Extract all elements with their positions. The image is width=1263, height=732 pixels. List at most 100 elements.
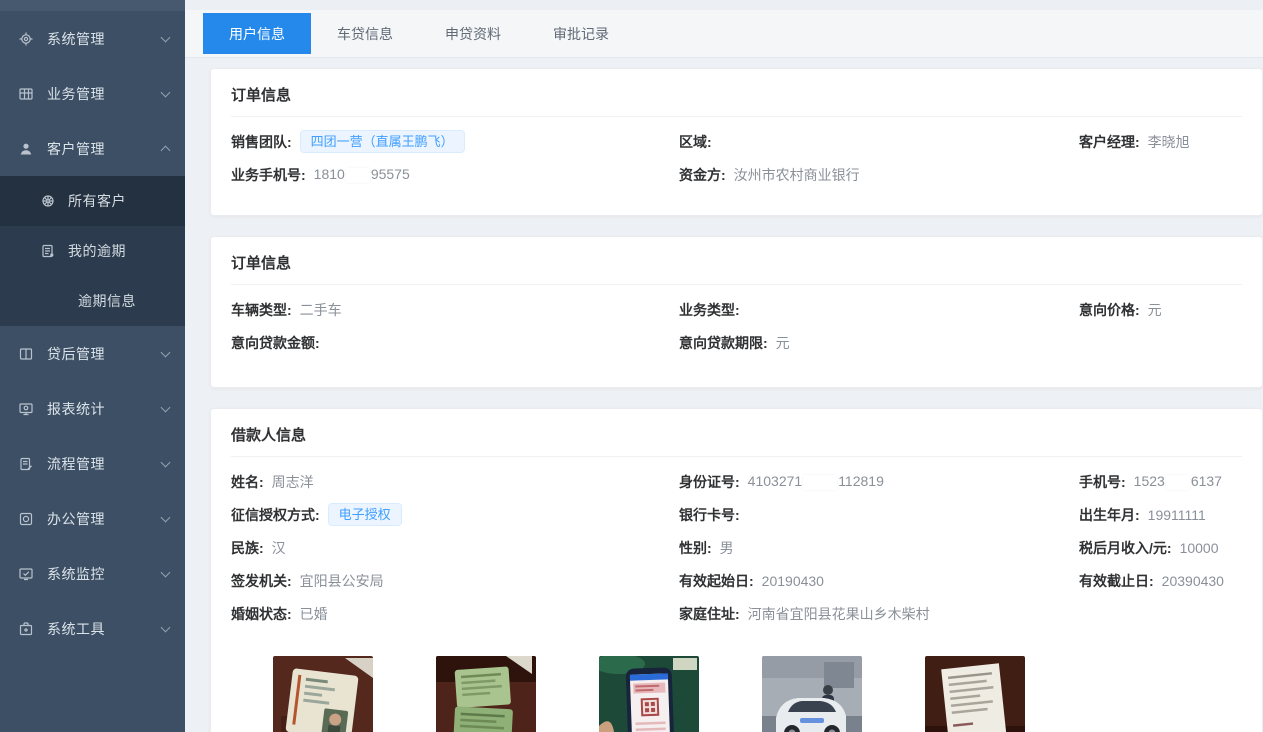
field-label: 签发机关: — [231, 571, 292, 591]
monitor-check-icon — [18, 566, 34, 582]
detail-tabbar: 用户信息 车贷信息 申贷资料 审批记录 — [185, 10, 1263, 58]
field-label: 意向贷款金额: — [231, 333, 320, 353]
sidebar: 系统管理 业务管理 客户管理 所有客户 — [0, 0, 185, 732]
field-gender: 性别: 男 — [679, 538, 1079, 558]
field-account-manager: 客户经理: 李晓旭 — [1079, 132, 1242, 152]
field-label: 手机号: — [1079, 472, 1126, 492]
field-value: 河南省宜阳县花果山乡木柴村 — [748, 604, 930, 624]
sidebar-item-label: 所有客户 — [68, 191, 169, 211]
field-value: 181095575 — [314, 166, 410, 183]
phone-qr-photo[interactable] — [599, 656, 699, 732]
field-mobile-number: 手机号: 15236137 — [1079, 472, 1242, 492]
field-value: 周志洋 — [272, 472, 314, 492]
field-label: 有效起始日: — [679, 571, 754, 591]
sidebar-item-office-mgmt[interactable]: 办公管理 — [0, 491, 185, 546]
sidebar-item-label: 系统管理 — [47, 29, 162, 49]
field-valid-to: 有效截止日: 20390430 — [1079, 571, 1242, 591]
redacted-segment — [346, 168, 370, 183]
field-row: 业务手机号: 181095575 资金方: 汝州市农村商业银行 — [231, 158, 1242, 191]
field-bank-card: 银行卡号: — [679, 505, 1079, 525]
tab-approval-records[interactable]: 审批记录 — [527, 13, 635, 54]
document-photo-row: 身份证照片 — [273, 656, 1242, 732]
monitor-icon — [18, 401, 34, 417]
square-circle-icon — [18, 511, 34, 527]
field-value: 19911111 — [1148, 507, 1206, 523]
gear-icon — [18, 31, 34, 47]
field-value: 二手车 — [300, 300, 342, 320]
field-id-number: 身份证号: 4103271112819 — [679, 472, 1079, 492]
license-book-photo[interactable] — [436, 656, 536, 732]
tab-user-info[interactable]: 用户信息 — [203, 13, 311, 54]
field-region: 区域: — [679, 132, 1079, 152]
paper-document-photo[interactable] — [925, 656, 1025, 732]
chevron-up-icon — [161, 146, 171, 156]
sidebar-item-label: 我的逾期 — [68, 241, 169, 261]
field-value: 宜阳县公安局 — [300, 571, 384, 591]
cards-container: 订单信息 销售团队: 四团一营（直属王鹏飞） 区域: 客户经理: 李晓旭 — [185, 58, 1263, 732]
card-title: 借款人信息 — [231, 409, 1242, 457]
field-value: 汉 — [272, 538, 286, 558]
sidebar-item-system-tools[interactable]: 系统工具 — [0, 601, 185, 656]
tab-car-loan-info[interactable]: 车贷信息 — [311, 13, 419, 54]
field-row: 签发机关: 宜阳县公安局 有效起始日: 20190430 有效截止日: 2039… — [231, 564, 1242, 597]
field-value: 20390430 — [1162, 573, 1224, 589]
sidebar-item-process-mgmt[interactable]: 流程管理 — [0, 436, 185, 491]
field-valid-from: 有效起始日: 20190430 — [679, 571, 1079, 591]
sidebar-item-my-overdue[interactable]: 我的逾期 — [0, 226, 185, 276]
field-label: 意向价格: — [1079, 300, 1140, 320]
field-label: 客户经理: — [1079, 132, 1140, 152]
sidebar-submenu-customer: 所有客户 我的逾期 逾期信息 — [0, 176, 185, 326]
sidebar-item-label: 系统工具 — [47, 619, 162, 639]
field-label: 资金方: — [679, 165, 726, 185]
photo-item: 驾驶证照片 — [436, 656, 536, 732]
sidebar-item-report-stats[interactable]: 报表统计 — [0, 381, 185, 436]
chevron-down-icon — [161, 457, 171, 467]
field-label: 意向贷款期限: — [679, 333, 768, 353]
card-title: 订单信息 — [231, 237, 1242, 285]
field-birth-date: 出生年月: 19911111 — [1079, 505, 1242, 525]
sidebar-item-business-mgmt[interactable]: 业务管理 — [0, 66, 185, 121]
field-business-type: 业务类型: — [679, 300, 1079, 320]
field-value: 元 — [776, 333, 790, 353]
chevron-down-icon — [161, 32, 171, 42]
field-label: 家庭住址: — [679, 604, 740, 624]
field-home-address: 家庭住址: 河南省宜阳县花果山乡木柴村 — [679, 604, 1079, 624]
sidebar-item-label: 办公管理 — [47, 509, 162, 529]
field-credit-auth-method: 征信授权方式: 电子授权 — [231, 503, 679, 527]
sidebar-item-system-monitor[interactable]: 系统监控 — [0, 546, 185, 601]
wheel-icon — [40, 193, 56, 209]
id-card-photo[interactable] — [273, 656, 373, 732]
sidebar-item-label: 逾期信息 — [78, 291, 169, 311]
field-label: 业务类型: — [679, 300, 740, 320]
document-icon — [40, 243, 56, 259]
sidebar-item-overdue-info[interactable]: 逾期信息 — [0, 276, 185, 326]
field-value: 10000 — [1180, 540, 1219, 556]
field-label: 业务手机号: — [231, 165, 306, 185]
user-icon — [18, 141, 34, 157]
photo-item: 人车合影 — [762, 656, 862, 732]
field-row: 车辆类型: 二手车 业务类型: 意向价格: 元 — [231, 293, 1242, 326]
field-business-phone: 业务手机号: 181095575 — [231, 165, 679, 185]
sidebar-item-label: 流程管理 — [47, 454, 162, 474]
content-top-strip — [185, 0, 1263, 10]
field-value: 4103271112819 — [748, 473, 884, 490]
photo-item: 材料补充 — [925, 656, 1025, 732]
field-loan-term: 意向贷款期限: 元 — [679, 333, 1079, 353]
field-label: 性别: — [679, 538, 712, 558]
tab-loan-application-docs[interactable]: 申贷资料 — [419, 13, 527, 54]
toolbox-icon — [18, 621, 34, 637]
field-label: 区域: — [679, 132, 712, 152]
field-name: 姓名: 周志洋 — [231, 472, 679, 492]
field-row: 销售团队: 四团一营（直属王鹏飞） 区域: 客户经理: 李晓旭 — [231, 125, 1242, 158]
field-value: 李晓旭 — [1148, 132, 1190, 152]
sidebar-item-system-mgmt[interactable]: 系统管理 — [0, 11, 185, 66]
main-content: 用户信息 车贷信息 申贷资料 审批记录 订单信息 销售团队: 四团一营（直属王鹏… — [185, 0, 1263, 732]
sidebar-item-customer-mgmt[interactable]: 客户管理 — [0, 121, 185, 176]
field-label: 银行卡号: — [679, 505, 740, 525]
sidebar-item-postloan-mgmt[interactable]: 贷后管理 — [0, 326, 185, 381]
sidebar-item-all-customers[interactable]: 所有客户 — [0, 176, 185, 226]
field-label: 身份证号: — [679, 472, 740, 492]
sidebar-item-label: 报表统计 — [47, 399, 162, 419]
car-person-photo[interactable] — [762, 656, 862, 732]
field-label: 婚姻状态: — [231, 604, 292, 624]
